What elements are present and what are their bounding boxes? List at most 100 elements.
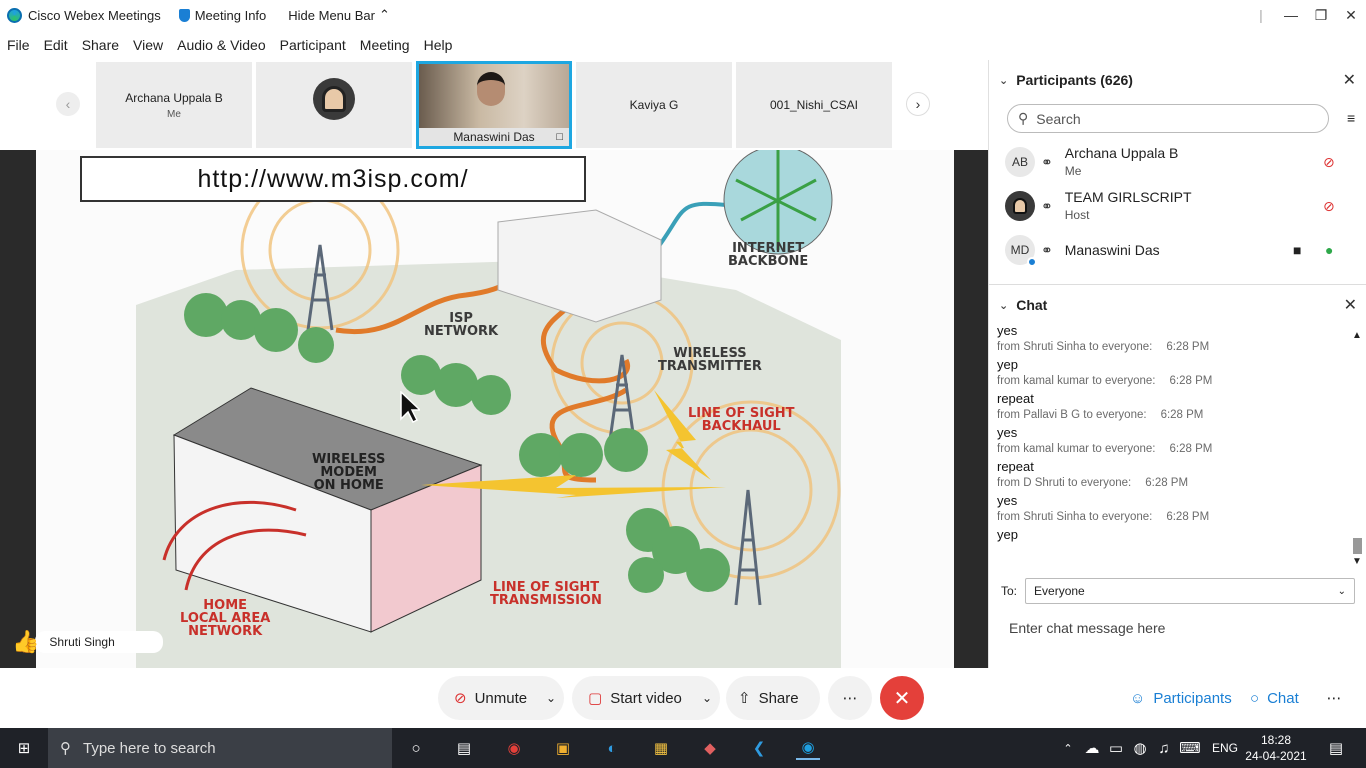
muted-mic-icon[interactable]: ⊘ <box>1323 198 1335 215</box>
menu-share[interactable]: Share <box>75 37 126 53</box>
video-off-icon: ▢ <box>588 690 603 707</box>
chevron-down-icon[interactable]: ⌄ <box>546 691 556 705</box>
hide-menu-bar-button[interactable]: Hide Menu Bar ⌃ <box>288 7 390 23</box>
sharing-indicator-icon <box>1027 257 1037 267</box>
chat-sender: from kamal kumar to everyone: <box>997 375 1156 387</box>
menu-meeting[interactable]: Meeting <box>353 37 417 53</box>
participants-panel-button[interactable]: ☺ Participants <box>1120 676 1236 720</box>
strip-next-button[interactable]: › <box>906 92 930 116</box>
label-internet-backbone: INTERNET BACKBONE <box>728 241 809 269</box>
battery-icon[interactable]: ▭ <box>1104 736 1128 760</box>
scroll-thumb[interactable] <box>1353 538 1362 554</box>
file-explorer-icon[interactable]: ▦ <box>649 736 673 760</box>
chat-scrollbar[interactable]: ▲ ▼ <box>1351 330 1363 567</box>
thumb-name: Archana Uppala B <box>125 90 223 105</box>
menu-edit[interactable]: Edit <box>37 37 75 53</box>
task-view-icon[interactable]: ▤ <box>452 736 476 760</box>
unmute-button[interactable]: ⊘ Unmute ⌄ <box>438 676 564 720</box>
share-button[interactable]: ⇧ Share <box>726 676 820 720</box>
chat-meta: from Shruti Sinha to everyone: 6:28 PM <box>997 509 1347 526</box>
windows-start-icon[interactable]: ⊞ <box>12 736 36 760</box>
vscode-icon[interactable]: ❮ <box>747 736 771 760</box>
restore-icon[interactable]: ❐ <box>1306 0 1336 30</box>
video-thumb-host[interactable] <box>256 62 412 148</box>
video-thumb-nishi[interactable]: 001_Nishi_CSAI <box>736 62 892 148</box>
chrome-icon[interactable]: ◉ <box>502 736 526 760</box>
panel-more-button[interactable]: ⋯ <box>1316 676 1352 720</box>
chat-sender: from kamal kumar to everyone: <box>997 443 1156 455</box>
video-camera-icon[interactable]: ■ <box>1293 242 1301 258</box>
menu-help[interactable]: Help <box>417 37 460 53</box>
tray-chevron-up-icon[interactable]: ⌃ <box>1056 736 1080 760</box>
start-video-button[interactable]: ▢ Start video ⌄ <box>572 676 720 720</box>
label-wireless-modem: WIRELESS MODEM ON HOME <box>312 452 386 493</box>
chat-time: 6:28 PM <box>1145 477 1189 489</box>
shared-content-area: http://www.m3isp.com/ INTERNET BACKBONE … <box>0 150 988 668</box>
chat-meta: from kamal kumar to everyone: 6:28 PM <box>997 441 1347 458</box>
network-icon[interactable]: ◍ <box>1128 736 1152 760</box>
chat-meta: from Pallavi B G to everyone: 6:28 PM <box>997 407 1347 424</box>
taskbar-clock[interactable]: 18:28 24-04-2021 <box>1244 732 1308 764</box>
git-icon[interactable]: ◆ <box>698 736 722 760</box>
meeting-info-button[interactable]: Meeting Info <box>178 8 266 23</box>
chevron-left-icon: ‹ <box>65 96 71 112</box>
chevron-down-icon: ⌄ <box>1337 585 1347 597</box>
menu-view[interactable]: View <box>126 37 170 53</box>
store-icon[interactable]: ▣ <box>551 736 575 760</box>
minimize-icon[interactable]: — <box>1276 0 1306 30</box>
video-thumb-manaswini[interactable]: Manaswini Das □ <box>416 61 572 149</box>
avatar-initials: MD <box>1010 243 1030 257</box>
participant-row[interactable]: AB ⚭ Archana Uppala B Me ⊘ <box>1005 140 1355 184</box>
active-mic-icon[interactable]: ● <box>1325 242 1333 258</box>
edge-icon[interactable]: ◐ <box>600 736 624 760</box>
start-video-label: Start video <box>610 689 682 707</box>
chat-sender: from Pallavi B G to everyone: <box>997 409 1147 421</box>
participant-row[interactable]: ⚭ TEAM GIRLSCRIPT Host ⊘ <box>1005 184 1355 228</box>
volume-icon[interactable]: ♫ <box>1152 736 1176 760</box>
end-meeting-button[interactable]: ✕ <box>880 676 924 720</box>
close-window-icon[interactable]: ✕ <box>1336 0 1366 30</box>
muted-mic-icon[interactable]: ⊘ <box>1323 154 1335 171</box>
webex-taskbar-icon[interactable]: ◉ <box>796 736 820 760</box>
strip-prev-button[interactable]: ‹ <box>56 92 80 116</box>
host-avatar <box>313 78 355 120</box>
scroll-down-icon[interactable]: ▼ <box>1352 556 1362 567</box>
taskbar-search-input[interactable]: ⚲ Type here to search <box>48 728 392 768</box>
language-indicator[interactable]: ENG <box>1210 736 1240 760</box>
menu-file[interactable]: File <box>0 37 37 53</box>
recipient-select[interactable]: Everyone ⌄ <box>1025 578 1356 604</box>
scroll-up-icon[interactable]: ▲ <box>1352 330 1362 341</box>
chevron-down-icon[interactable]: ⌄ <box>999 74 1008 87</box>
notification-icon[interactable]: ▤ <box>1324 736 1348 760</box>
share-icon: ⇧ <box>738 690 751 707</box>
participant-row[interactable]: MD ⚭ Manaswini Das ■ ● <box>1005 228 1355 272</box>
sort-list-icon[interactable]: ≡ <box>1347 110 1355 126</box>
participant-name: Manaswini Das <box>1064 241 1160 258</box>
menu-audio-video[interactable]: Audio & Video <box>170 37 272 53</box>
chevron-down-icon[interactable]: ⌄ <box>999 299 1008 312</box>
unmute-label: Unmute <box>474 689 528 707</box>
video-thumb-archana[interactable]: Archana Uppala B Me <box>96 62 252 148</box>
more-options-button[interactable]: ⋯ <box>828 676 872 720</box>
more-icon: ⋯ <box>1326 690 1342 707</box>
close-participants-icon[interactable]: ✕ <box>1343 70 1356 90</box>
chat-panel-button[interactable]: ○ Chat <box>1240 676 1310 720</box>
keyboard-icon[interactable]: ⌨ <box>1178 736 1202 760</box>
cortana-icon[interactable]: ○ <box>404 736 428 760</box>
chat-message: repeat <box>997 459 1034 474</box>
more-icon: ⋯ <box>842 690 858 707</box>
chevron-down-icon[interactable]: ⌄ <box>702 691 712 705</box>
chevron-up-icon: ⌃ <box>378 7 390 22</box>
chat-input[interactable]: Enter chat message here <box>1009 620 1165 636</box>
headset-icon: ⚭ <box>1041 241 1053 258</box>
menu-participant[interactable]: Participant <box>273 37 353 53</box>
chat-message: yes <box>997 493 1018 508</box>
video-thumb-kaviya[interactable]: Kaviya G <box>576 62 732 148</box>
close-chat-icon[interactable]: ✕ <box>1344 295 1357 315</box>
participant-search-input[interactable]: ⚲ Search <box>1007 104 1329 133</box>
slide-url: http://www.m3isp.com/ <box>80 156 586 202</box>
avatar: AB <box>1005 147 1035 177</box>
share-label: Share <box>758 689 799 707</box>
onedrive-icon[interactable]: ☁ <box>1080 736 1104 760</box>
avatar <box>1005 191 1035 221</box>
